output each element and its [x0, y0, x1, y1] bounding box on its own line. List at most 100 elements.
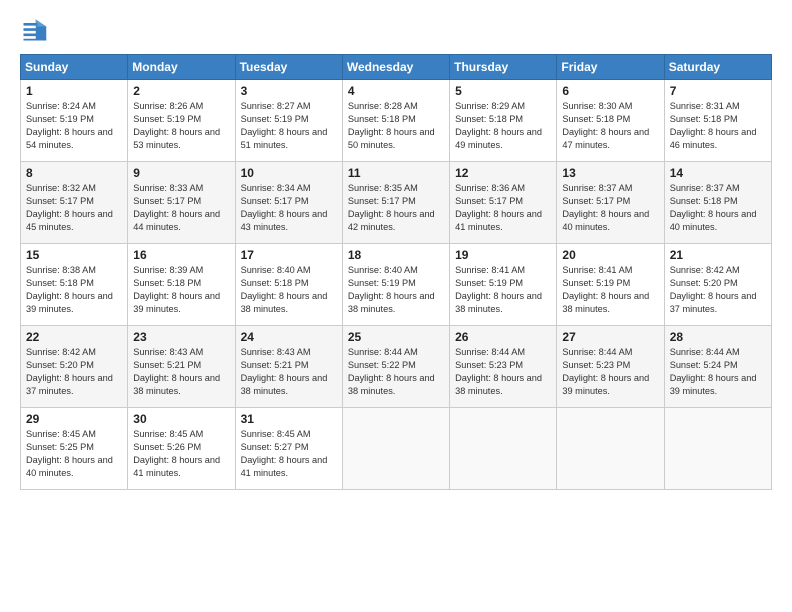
calendar-cell: 4 Sunrise: 8:28 AMSunset: 5:18 PMDayligh…: [342, 80, 449, 162]
calendar-cell: 13 Sunrise: 8:37 AMSunset: 5:17 PMDaylig…: [557, 162, 664, 244]
calendar-cell: 29 Sunrise: 8:45 AMSunset: 5:25 PMDaylig…: [21, 408, 128, 490]
day-number: 23: [133, 330, 229, 344]
calendar-cell: 20 Sunrise: 8:41 AMSunset: 5:19 PMDaylig…: [557, 244, 664, 326]
day-number: 6: [562, 84, 658, 98]
cell-info: Sunrise: 8:30 AMSunset: 5:18 PMDaylight:…: [562, 101, 649, 150]
cell-info: Sunrise: 8:24 AMSunset: 5:19 PMDaylight:…: [26, 101, 113, 150]
calendar-cell: 28 Sunrise: 8:44 AMSunset: 5:24 PMDaylig…: [664, 326, 771, 408]
calendar: SundayMondayTuesdayWednesdayThursdayFrid…: [20, 54, 772, 490]
day-number: 31: [241, 412, 337, 426]
cell-info: Sunrise: 8:41 AMSunset: 5:19 PMDaylight:…: [455, 265, 542, 314]
cell-info: Sunrise: 8:26 AMSunset: 5:19 PMDaylight:…: [133, 101, 220, 150]
calendar-cell: 22 Sunrise: 8:42 AMSunset: 5:20 PMDaylig…: [21, 326, 128, 408]
day-number: 11: [348, 166, 444, 180]
calendar-cell: 30 Sunrise: 8:45 AMSunset: 5:26 PMDaylig…: [128, 408, 235, 490]
day-header-wednesday: Wednesday: [342, 55, 449, 80]
calendar-cell: [450, 408, 557, 490]
day-header-saturday: Saturday: [664, 55, 771, 80]
calendar-week-2: 8 Sunrise: 8:32 AMSunset: 5:17 PMDayligh…: [21, 162, 772, 244]
day-number: 24: [241, 330, 337, 344]
cell-info: Sunrise: 8:44 AMSunset: 5:22 PMDaylight:…: [348, 347, 435, 396]
day-number: 1: [26, 84, 122, 98]
cell-info: Sunrise: 8:40 AMSunset: 5:18 PMDaylight:…: [241, 265, 328, 314]
calendar-cell: 8 Sunrise: 8:32 AMSunset: 5:17 PMDayligh…: [21, 162, 128, 244]
day-number: 3: [241, 84, 337, 98]
day-number: 2: [133, 84, 229, 98]
cell-info: Sunrise: 8:31 AMSunset: 5:18 PMDaylight:…: [670, 101, 757, 150]
cell-info: Sunrise: 8:42 AMSunset: 5:20 PMDaylight:…: [670, 265, 757, 314]
day-number: 10: [241, 166, 337, 180]
day-number: 15: [26, 248, 122, 262]
day-number: 14: [670, 166, 766, 180]
cell-info: Sunrise: 8:44 AMSunset: 5:23 PMDaylight:…: [562, 347, 649, 396]
calendar-cell: 15 Sunrise: 8:38 AMSunset: 5:18 PMDaylig…: [21, 244, 128, 326]
calendar-cell: [342, 408, 449, 490]
calendar-week-5: 29 Sunrise: 8:45 AMSunset: 5:25 PMDaylig…: [21, 408, 772, 490]
day-number: 13: [562, 166, 658, 180]
calendar-cell: 2 Sunrise: 8:26 AMSunset: 5:19 PMDayligh…: [128, 80, 235, 162]
calendar-week-3: 15 Sunrise: 8:38 AMSunset: 5:18 PMDaylig…: [21, 244, 772, 326]
cell-info: Sunrise: 8:38 AMSunset: 5:18 PMDaylight:…: [26, 265, 113, 314]
calendar-cell: 27 Sunrise: 8:44 AMSunset: 5:23 PMDaylig…: [557, 326, 664, 408]
day-header-thursday: Thursday: [450, 55, 557, 80]
day-header-sunday: Sunday: [21, 55, 128, 80]
day-header-monday: Monday: [128, 55, 235, 80]
calendar-cell: [664, 408, 771, 490]
calendar-cell: 17 Sunrise: 8:40 AMSunset: 5:18 PMDaylig…: [235, 244, 342, 326]
day-number: 4: [348, 84, 444, 98]
calendar-cell: 23 Sunrise: 8:43 AMSunset: 5:21 PMDaylig…: [128, 326, 235, 408]
calendar-cell: 26 Sunrise: 8:44 AMSunset: 5:23 PMDaylig…: [450, 326, 557, 408]
day-number: 30: [133, 412, 229, 426]
calendar-cell: 19 Sunrise: 8:41 AMSunset: 5:19 PMDaylig…: [450, 244, 557, 326]
cell-info: Sunrise: 8:37 AMSunset: 5:17 PMDaylight:…: [562, 183, 649, 232]
day-number: 27: [562, 330, 658, 344]
calendar-cell: 5 Sunrise: 8:29 AMSunset: 5:18 PMDayligh…: [450, 80, 557, 162]
day-number: 29: [26, 412, 122, 426]
day-number: 16: [133, 248, 229, 262]
header: [20, 16, 772, 44]
day-number: 19: [455, 248, 551, 262]
calendar-cell: 12 Sunrise: 8:36 AMSunset: 5:17 PMDaylig…: [450, 162, 557, 244]
calendar-cell: 10 Sunrise: 8:34 AMSunset: 5:17 PMDaylig…: [235, 162, 342, 244]
cell-info: Sunrise: 8:35 AMSunset: 5:17 PMDaylight:…: [348, 183, 435, 232]
cell-info: Sunrise: 8:32 AMSunset: 5:17 PMDaylight:…: [26, 183, 113, 232]
calendar-cell: [557, 408, 664, 490]
day-number: 25: [348, 330, 444, 344]
page: SundayMondayTuesdayWednesdayThursdayFrid…: [0, 0, 792, 612]
cell-info: Sunrise: 8:43 AMSunset: 5:21 PMDaylight:…: [133, 347, 220, 396]
day-number: 18: [348, 248, 444, 262]
cell-info: Sunrise: 8:42 AMSunset: 5:20 PMDaylight:…: [26, 347, 113, 396]
day-header-tuesday: Tuesday: [235, 55, 342, 80]
cell-info: Sunrise: 8:28 AMSunset: 5:18 PMDaylight:…: [348, 101, 435, 150]
cell-info: Sunrise: 8:27 AMSunset: 5:19 PMDaylight:…: [241, 101, 328, 150]
calendar-cell: 24 Sunrise: 8:43 AMSunset: 5:21 PMDaylig…: [235, 326, 342, 408]
cell-info: Sunrise: 8:37 AMSunset: 5:18 PMDaylight:…: [670, 183, 757, 232]
cell-info: Sunrise: 8:29 AMSunset: 5:18 PMDaylight:…: [455, 101, 542, 150]
calendar-week-4: 22 Sunrise: 8:42 AMSunset: 5:20 PMDaylig…: [21, 326, 772, 408]
calendar-week-1: 1 Sunrise: 8:24 AMSunset: 5:19 PMDayligh…: [21, 80, 772, 162]
cell-info: Sunrise: 8:41 AMSunset: 5:19 PMDaylight:…: [562, 265, 649, 314]
day-number: 9: [133, 166, 229, 180]
calendar-cell: 1 Sunrise: 8:24 AMSunset: 5:19 PMDayligh…: [21, 80, 128, 162]
day-number: 12: [455, 166, 551, 180]
cell-info: Sunrise: 8:34 AMSunset: 5:17 PMDaylight:…: [241, 183, 328, 232]
calendar-cell: 25 Sunrise: 8:44 AMSunset: 5:22 PMDaylig…: [342, 326, 449, 408]
cell-info: Sunrise: 8:45 AMSunset: 5:27 PMDaylight:…: [241, 429, 328, 478]
cell-info: Sunrise: 8:33 AMSunset: 5:17 PMDaylight:…: [133, 183, 220, 232]
cell-info: Sunrise: 8:44 AMSunset: 5:24 PMDaylight:…: [670, 347, 757, 396]
calendar-cell: 31 Sunrise: 8:45 AMSunset: 5:27 PMDaylig…: [235, 408, 342, 490]
calendar-cell: 3 Sunrise: 8:27 AMSunset: 5:19 PMDayligh…: [235, 80, 342, 162]
cell-info: Sunrise: 8:44 AMSunset: 5:23 PMDaylight:…: [455, 347, 542, 396]
calendar-cell: 18 Sunrise: 8:40 AMSunset: 5:19 PMDaylig…: [342, 244, 449, 326]
calendar-cell: 21 Sunrise: 8:42 AMSunset: 5:20 PMDaylig…: [664, 244, 771, 326]
calendar-header-row: SundayMondayTuesdayWednesdayThursdayFrid…: [21, 55, 772, 80]
cell-info: Sunrise: 8:45 AMSunset: 5:26 PMDaylight:…: [133, 429, 220, 478]
calendar-cell: 7 Sunrise: 8:31 AMSunset: 5:18 PMDayligh…: [664, 80, 771, 162]
day-number: 22: [26, 330, 122, 344]
day-number: 21: [670, 248, 766, 262]
calendar-cell: 11 Sunrise: 8:35 AMSunset: 5:17 PMDaylig…: [342, 162, 449, 244]
day-number: 20: [562, 248, 658, 262]
logo-icon: [20, 16, 48, 44]
cell-info: Sunrise: 8:45 AMSunset: 5:25 PMDaylight:…: [26, 429, 113, 478]
calendar-cell: 6 Sunrise: 8:30 AMSunset: 5:18 PMDayligh…: [557, 80, 664, 162]
